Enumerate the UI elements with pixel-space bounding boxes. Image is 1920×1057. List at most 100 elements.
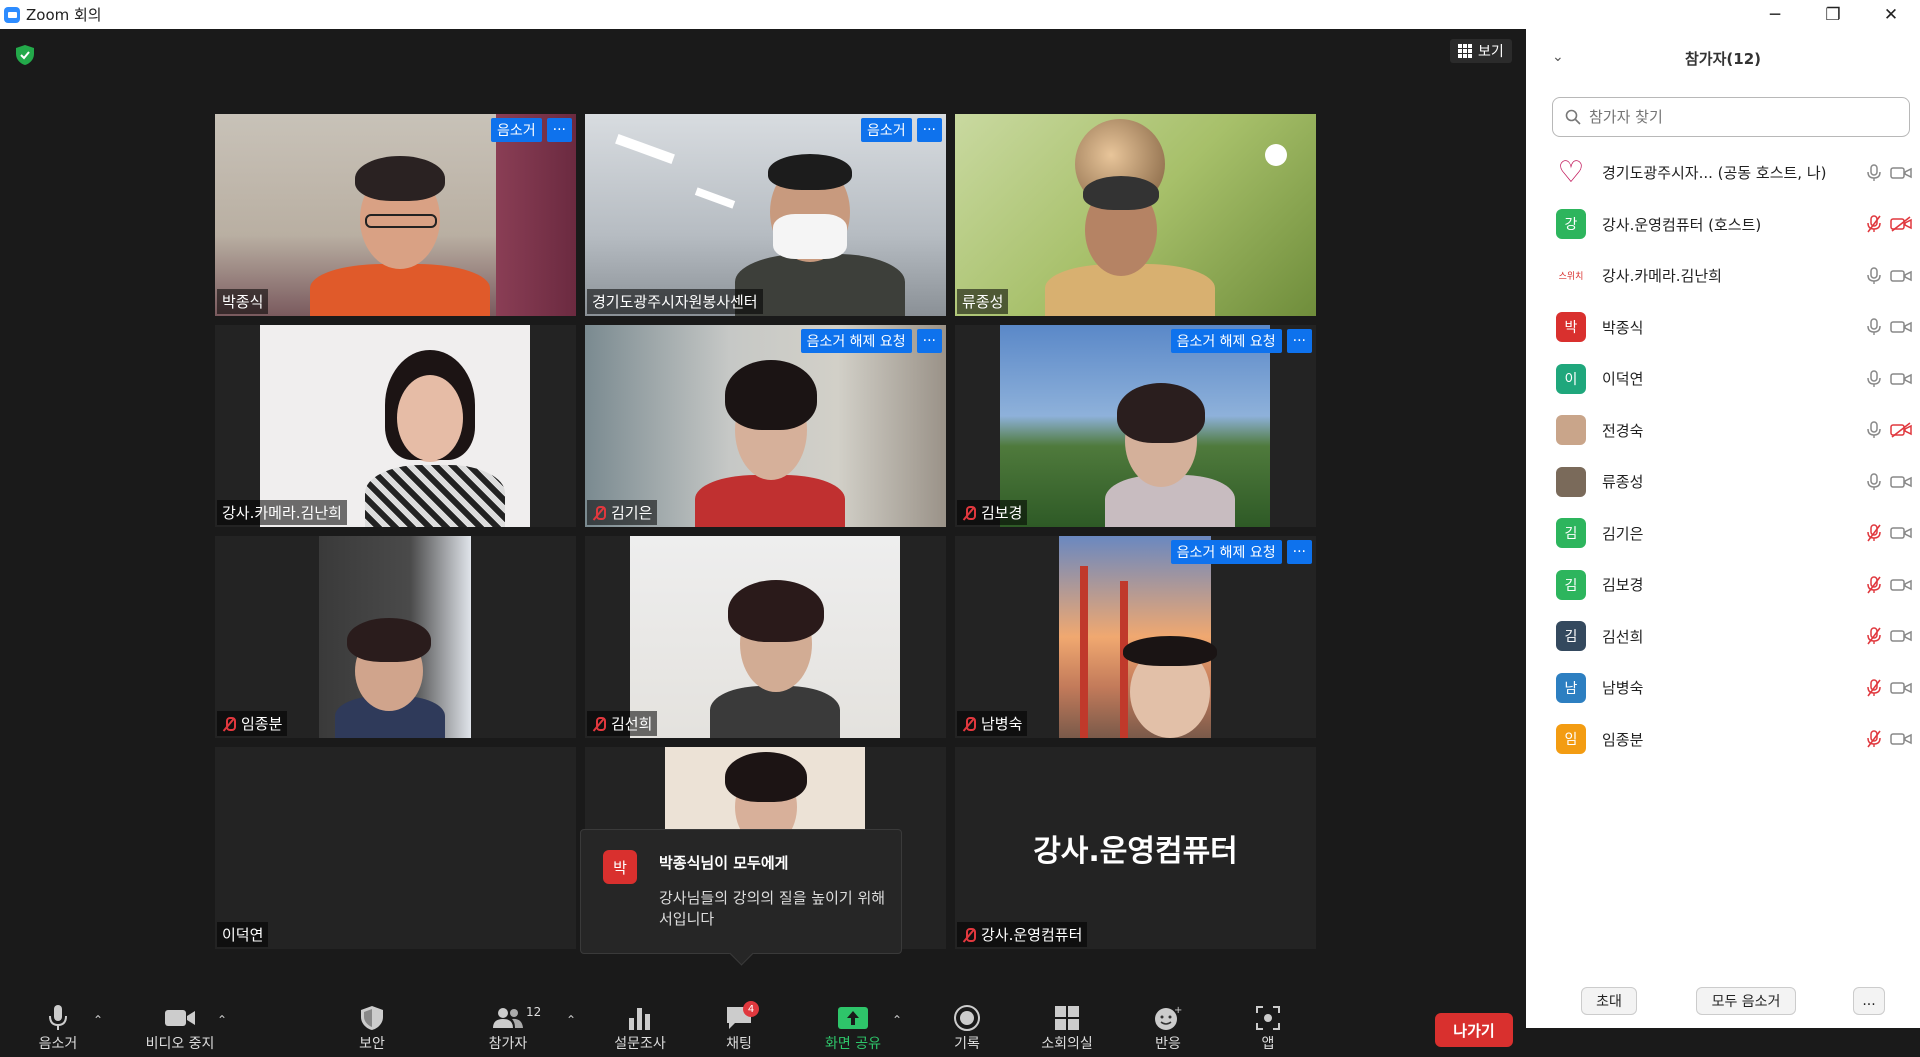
mute-all-button[interactable]: 모두 음소거 — [1696, 987, 1796, 1015]
more-options-button[interactable]: ... — [1853, 987, 1885, 1015]
camera-on-icon[interactable] — [1890, 165, 1912, 181]
tile-more-button[interactable]: ··· — [1286, 540, 1312, 564]
video-tile[interactable]: 음소거 해제 요청 ··· 김보경 — [955, 325, 1316, 527]
reactions-button[interactable]: + 반응 — [1123, 999, 1213, 1057]
mic-on-icon[interactable] — [1866, 318, 1882, 336]
request-unmute-button[interactable]: 음소거 해제 요청 — [1170, 540, 1282, 564]
camera-on-icon[interactable] — [1890, 577, 1912, 593]
minimize-button[interactable]: ─ — [1746, 0, 1804, 29]
mic-on-icon[interactable] — [1866, 369, 1882, 388]
participant-row[interactable]: 스위치 강사.카메라.김난희 — [1526, 250, 1920, 301]
tile-mute-button[interactable]: 음소거 — [861, 118, 912, 142]
camera-on-icon[interactable] — [1890, 525, 1912, 541]
participant-search[interactable] — [1552, 97, 1910, 137]
mic-muted-icon[interactable] — [1866, 678, 1882, 697]
mic-on-icon[interactable] — [1866, 163, 1882, 182]
audio-options-caret[interactable]: ⌃ — [93, 1013, 103, 1027]
camera-off-icon[interactable] — [1890, 216, 1912, 232]
participant-name: 경기도광주시자... (공동 호스트, 나) — [1602, 164, 1827, 182]
leave-button[interactable]: 나가기 — [1435, 1013, 1513, 1047]
camera-on-icon[interactable] — [1890, 680, 1912, 696]
security-button[interactable]: 보안 — [327, 999, 417, 1057]
participant-avatar: 스위치 — [1556, 260, 1586, 291]
microphone-icon — [47, 1003, 69, 1033]
participant-row[interactable]: 남 남병숙 — [1526, 662, 1920, 713]
view-button[interactable]: 보기 — [1450, 39, 1512, 63]
participant-name: 강사.카메라.김난희 — [1602, 267, 1722, 285]
mic-on-icon[interactable] — [1866, 266, 1882, 285]
participant-name: 강사.운영컴퓨터 (호스트) — [1602, 215, 1762, 234]
tile-more-button[interactable]: ··· — [916, 329, 942, 353]
chat-button[interactable]: 4 채팅 — [694, 999, 784, 1057]
video-feed — [955, 536, 1316, 738]
breakout-rooms-button[interactable]: 소회의실 — [1022, 999, 1112, 1057]
video-tile[interactable]: 김선희 — [585, 536, 946, 738]
chat-message: 강사님들의 강의의 질을 높이기 위해서입니다 — [659, 889, 886, 928]
chat-notification[interactable]: 박 박종식님이 모두에게 강사님들의 강의의 질을 높이기 위해서입니다 — [580, 829, 902, 954]
participants-options-caret[interactable]: ⌃ — [566, 1013, 576, 1027]
polls-button[interactable]: 설문조사 — [595, 999, 685, 1057]
camera-on-icon[interactable] — [1890, 731, 1912, 747]
video-feed — [585, 114, 946, 316]
participant-row[interactable]: 김 김기은 — [1526, 508, 1920, 559]
record-button[interactable]: 기록 — [922, 999, 1012, 1057]
search-input[interactable] — [1589, 108, 1889, 126]
maximize-button[interactable]: ❐ — [1804, 0, 1862, 29]
request-unmute-button[interactable]: 음소거 해제 요청 — [800, 329, 912, 353]
video-options-caret[interactable]: ⌃ — [217, 1013, 227, 1027]
tile-more-button[interactable]: ··· — [1286, 329, 1312, 353]
apps-button[interactable]: 앱 — [1223, 999, 1313, 1057]
camera-on-icon[interactable] — [1890, 268, 1912, 284]
camera-on-icon[interactable] — [1890, 371, 1912, 387]
mic-muted-icon[interactable] — [1866, 627, 1882, 645]
tile-more-button[interactable]: ··· — [546, 118, 572, 142]
mute-button[interactable]: 음소거 — [13, 999, 103, 1057]
camera-on-icon[interactable] — [1890, 474, 1912, 490]
video-tile[interactable]: 강사.운영컴퓨터 강사.운영컴퓨터 — [955, 747, 1316, 949]
participant-row[interactable]: 이 이덕연 — [1526, 353, 1920, 404]
video-tile-active-speaker[interactable]: 강사.카메라.김난희 — [215, 325, 576, 527]
participant-row[interactable]: 김 김선희 — [1526, 611, 1920, 662]
participant-name-label: 강사.카메라.김난희 — [217, 500, 347, 525]
share-screen-button[interactable]: 화면 공유 — [808, 999, 898, 1057]
encryption-shield-icon[interactable] — [16, 45, 34, 65]
participant-row[interactable]: 박 박종식 — [1526, 302, 1920, 353]
close-button[interactable]: ✕ — [1862, 0, 1920, 29]
participant-row[interactable]: 김 김보경 — [1526, 559, 1920, 610]
participant-row[interactable]: 임 임종분 — [1526, 714, 1920, 765]
video-tile[interactable]: 음소거 해제 요청 ··· 남병숙 — [955, 536, 1316, 738]
apps-icon — [1255, 1003, 1281, 1033]
video-tile[interactable]: 음소거 ··· 경기도광주시자원봉사센터 — [585, 114, 946, 316]
tile-more-button[interactable]: ··· — [916, 118, 942, 142]
participant-name-label: 경기도광주시자원봉사센터 — [587, 289, 763, 314]
mic-muted-icon[interactable] — [1866, 730, 1882, 748]
invite-button[interactable]: 초대 — [1581, 987, 1637, 1015]
participant-name: 임종분 — [1602, 730, 1644, 749]
meeting-toolbar: 음소거 ⌃ 비디오 중지 ⌃ 보안 12 참가자 ⌃ 설문조사 4 채팅 화면 … — [0, 999, 1526, 1057]
participants-button[interactable]: 12 참가자 — [463, 999, 553, 1057]
video-tile[interactable]: 이덕연 — [215, 747, 576, 949]
video-tile[interactable]: 류종성 — [955, 114, 1316, 316]
video-tile[interactable]: 음소거 해제 요청 ··· 김기은 — [585, 325, 946, 527]
participant-row[interactable]: 전경숙 — [1526, 405, 1920, 456]
video-feed — [215, 114, 576, 316]
share-options-caret[interactable]: ⌃ — [892, 1013, 902, 1027]
participant-row[interactable]: 류종성 — [1526, 456, 1920, 507]
tile-mute-button[interactable]: 음소거 — [491, 118, 542, 142]
mic-on-icon[interactable] — [1866, 472, 1882, 491]
request-unmute-button[interactable]: 음소거 해제 요청 — [1170, 329, 1282, 353]
camera-on-icon[interactable] — [1890, 319, 1912, 335]
video-tile[interactable]: 임종분 — [215, 536, 576, 738]
camera-on-icon[interactable] — [1890, 628, 1912, 644]
mic-on-icon[interactable] — [1866, 421, 1882, 439]
mic-muted-icon[interactable] — [1866, 524, 1882, 542]
mic-muted-icon[interactable] — [1866, 215, 1882, 233]
participant-name-label: 남병숙 — [957, 711, 1028, 736]
stop-video-button[interactable]: 비디오 중지 — [130, 999, 230, 1057]
mic-muted-icon[interactable] — [1866, 575, 1882, 594]
camera-off-icon[interactable] — [1890, 422, 1912, 438]
participant-avatar: 남 — [1556, 672, 1586, 703]
participant-row[interactable]: ♡ 경기도광주시자... (공동 호스트, 나) — [1526, 147, 1920, 198]
participant-row[interactable]: 강 강사.운영컴퓨터 (호스트) — [1526, 199, 1920, 250]
video-tile[interactable]: 음소거 ··· 박종식 — [215, 114, 576, 316]
